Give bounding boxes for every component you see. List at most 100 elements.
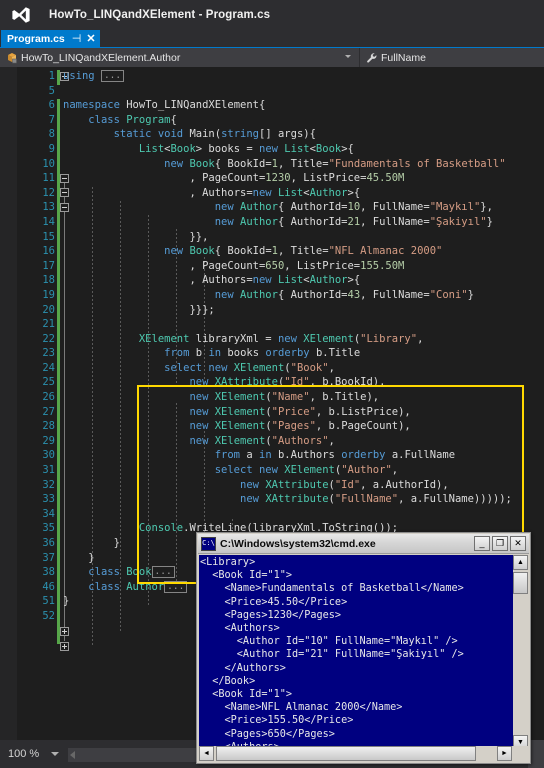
code-line[interactable]: 29 new XElement("Authors", — [0, 435, 544, 450]
member-dropdown-label: FullName — [381, 51, 426, 64]
line-text: new XElement("Pages", b.PageCount), — [189, 420, 411, 433]
line-number: 23 — [42, 347, 55, 360]
line-number: 13 — [42, 201, 55, 214]
code-line[interactable]: 1 using ... — [0, 70, 544, 85]
line-text: , Authors=new List<Author>{ — [189, 186, 361, 199]
console-horizontal-scrollbar[interactable]: ◄ ► — [199, 746, 528, 761]
line-text: class Program{ — [88, 113, 177, 126]
line-number: 27 — [42, 405, 55, 418]
code-line[interactable]: 8 static void Main(string[] args){ — [0, 128, 544, 143]
fold-expand-line46[interactable] — [60, 642, 69, 651]
console-output-line: <Book Id="1"> — [200, 570, 293, 582]
code-line[interactable]: 5 — [0, 85, 544, 100]
console-output-line: <Authors> — [200, 623, 280, 635]
console-output-line: <Author Id="10" FullName="Maykıl" /> — [200, 636, 458, 648]
code-line[interactable]: 33 new XAttribute("FullName", a.FullName… — [0, 493, 544, 508]
code-line[interactable]: 6 namespace HowTo_LINQandXElement{ — [0, 99, 544, 114]
line-text: List<Book> books = new List<Book>{ — [138, 142, 354, 155]
fold-expand-line38[interactable] — [60, 627, 69, 636]
maximize-button[interactable]: ❐ — [492, 536, 508, 551]
code-line[interactable]: 11 , PageCount=1230, ListPrice=45.50M — [0, 172, 544, 187]
tab-strip: Program.cs ⊣ ✕ — [0, 30, 544, 48]
code-line[interactable]: 25 new XAttribute("Id", b.BookId), — [0, 376, 544, 391]
code-line[interactable]: 24 select new XElement("Book", — [0, 362, 544, 377]
tab-label: Program.cs — [7, 33, 65, 45]
line-number: 32 — [42, 478, 55, 491]
code-line[interactable]: 32 new XAttribute("Id", a.AuthorId), — [0, 479, 544, 494]
line-number: 35 — [42, 522, 55, 535]
code-line[interactable]: 14 new Author{ AuthorId=21, FullName="Şa… — [0, 216, 544, 231]
code-line[interactable]: 20 }}}; — [0, 304, 544, 319]
close-button[interactable]: ✕ — [510, 536, 526, 551]
line-number: 24 — [42, 361, 55, 374]
code-line[interactable]: 17 , PageCount=650, ListPrice=155.50M — [0, 260, 544, 275]
chevron-down-icon[interactable] — [345, 55, 351, 58]
line-number: 25 — [42, 376, 55, 389]
visual-studio-logo-icon — [11, 5, 31, 25]
line-number: 46 — [42, 580, 55, 593]
line-text: new XAttribute("Id", a.AuthorId), — [240, 478, 449, 491]
type-dropdown[interactable]: HowTo_LINQandXElement.Author — [0, 48, 360, 67]
resize-grip[interactable] — [513, 746, 527, 760]
horizontal-scrollbar[interactable] — [68, 748, 197, 762]
code-line[interactable]: 7 class Program{ — [0, 114, 544, 129]
console-vertical-scrollbar[interactable]: ▲ ▼ — [513, 555, 528, 750]
line-text: new Author{ AuthorId=21, FullName="Şakiy… — [214, 215, 493, 228]
scroll-left-arrow-icon[interactable] — [70, 751, 75, 759]
minimize-button[interactable]: _ — [474, 536, 490, 551]
code-line[interactable]: 30 from a in b.Authors orderby a.FullNam… — [0, 449, 544, 464]
vertical-scroll-thumb[interactable] — [513, 572, 528, 594]
line-number: 8 — [48, 128, 55, 141]
code-line[interactable]: 27 new XElement("Price", b.ListPrice), — [0, 406, 544, 421]
code-line[interactable]: 15 }}, — [0, 231, 544, 246]
scroll-left-arrow-icon[interactable]: ◄ — [199, 746, 214, 761]
zoom-control[interactable]: 100 % — [8, 746, 60, 762]
tab-program-cs[interactable]: Program.cs ⊣ ✕ — [1, 30, 100, 48]
horizontal-scroll-thumb[interactable] — [216, 746, 476, 761]
line-text: } — [88, 551, 95, 564]
member-dropdown[interactable]: FullName — [360, 48, 544, 67]
code-line[interactable]: 16 new Book{ BookId=1, Title="NFL Almana… — [0, 245, 544, 260]
line-text: , PageCount=1230, ListPrice=45.50M — [189, 172, 405, 185]
chevron-down-icon[interactable] — [51, 752, 60, 756]
code-line[interactable]: 9 List<Book> books = new List<Book>{ — [0, 143, 544, 158]
zoom-level-label: 100 % — [8, 748, 40, 760]
line-text: using ... — [63, 70, 125, 82]
line-text: , Authors=new List<Author>{ — [189, 274, 361, 287]
code-line[interactable]: 28 new XElement("Pages", b.PageCount), — [0, 420, 544, 435]
console-output-line: <Book Id="1"> — [200, 689, 293, 701]
line-number: 14 — [42, 215, 55, 228]
line-text: XElement libraryXml = new XElement("Libr… — [138, 332, 424, 345]
code-line[interactable]: 19 new Author{ AuthorId=43, FullName="Co… — [0, 289, 544, 304]
code-line[interactable]: 26 new XElement("Name", b.Title), — [0, 391, 544, 406]
line-number: 33 — [42, 493, 55, 506]
line-number: 11 — [42, 172, 55, 185]
code-line[interactable]: 18 , Authors=new List<Author>{ — [0, 274, 544, 289]
line-text: new XElement("Authors", — [189, 434, 335, 447]
line-number: 29 — [42, 434, 55, 447]
close-icon[interactable]: ✕ — [86, 33, 95, 45]
line-number: 34 — [42, 507, 55, 520]
code-line[interactable]: 31 select new XElement("Author", — [0, 464, 544, 479]
line-number: 16 — [42, 245, 55, 258]
line-number: 18 — [42, 274, 55, 287]
line-text: }}, — [189, 230, 209, 243]
line-text: }}}; — [189, 303, 215, 316]
class-icon — [5, 51, 18, 64]
line-number: 1 — [48, 70, 55, 82]
code-line[interactable]: 21 — [0, 318, 544, 333]
code-line[interactable]: 34 — [0, 508, 544, 523]
line-number: 22 — [42, 332, 55, 345]
scroll-right-arrow-icon[interactable]: ► — [497, 746, 512, 761]
code-line[interactable]: 23 from b in books orderby b.Title — [0, 347, 544, 362]
cmd-console-window[interactable]: C:\ C:\Windows\system32\cmd.exe _ ❐ ✕ <L… — [196, 532, 531, 764]
code-line[interactable]: 12 , Authors=new List<Author>{ — [0, 187, 544, 202]
console-title-bar[interactable]: C:\ C:\Windows\system32\cmd.exe _ ❐ ✕ — [198, 534, 529, 554]
code-line[interactable]: 22 XElement libraryXml = new XElement("L… — [0, 333, 544, 348]
code-line[interactable]: 13 new Author{ AuthorId=10, FullName="Ma… — [0, 201, 544, 216]
line-number: 9 — [48, 142, 55, 155]
scroll-up-arrow-icon[interactable]: ▲ — [513, 555, 528, 570]
pin-icon[interactable]: ⊣ — [72, 33, 82, 45]
code-line[interactable]: 10 new Book{ BookId=1, Title="Fundamenta… — [0, 158, 544, 173]
line-text: new XAttribute("Id", b.BookId), — [189, 376, 386, 389]
